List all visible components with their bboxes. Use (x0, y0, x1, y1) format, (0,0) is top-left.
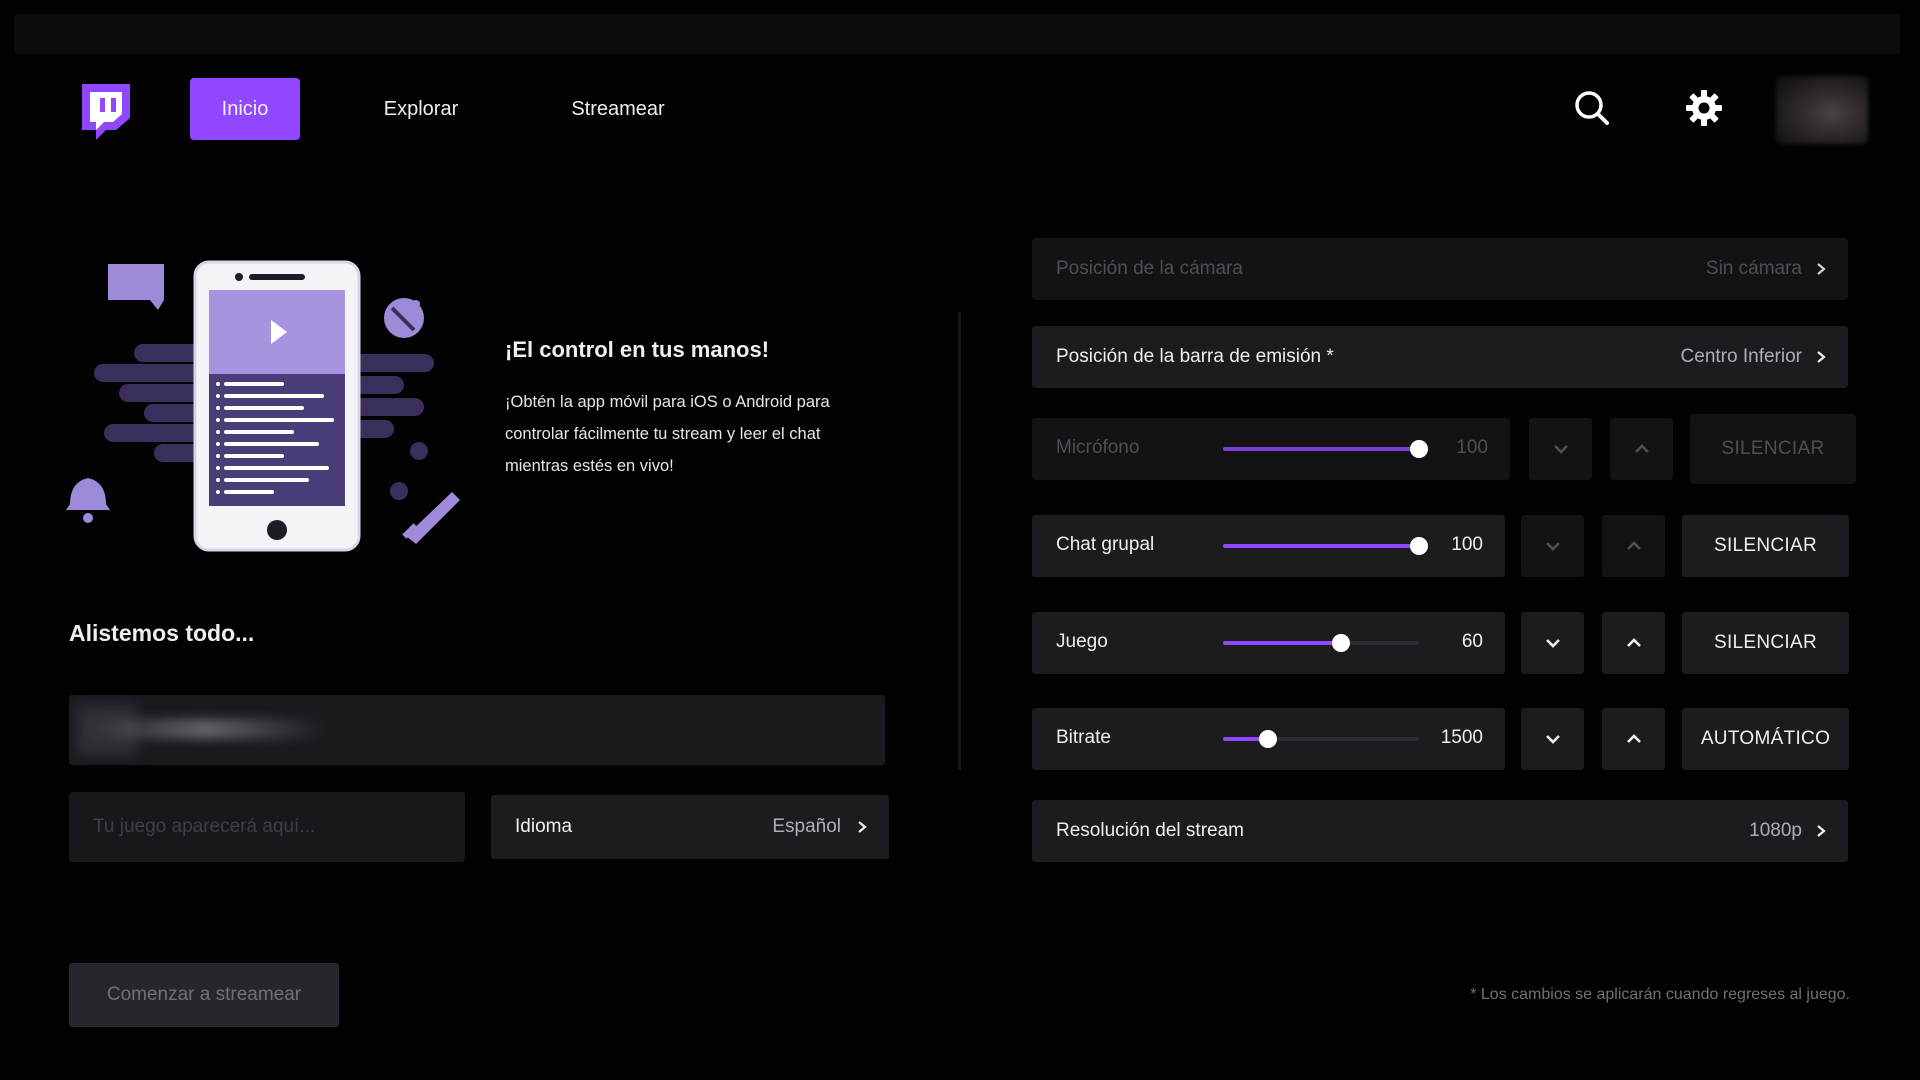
tab-inicio[interactable]: Inicio (190, 78, 300, 140)
chevron-down-icon (1545, 542, 1560, 551)
game-decrease-button[interactable] (1521, 612, 1584, 674)
blurred-title (85, 719, 325, 739)
camera-position-label: Posición de la cámara (1056, 258, 1243, 279)
tab-streamear[interactable]: Streamear (550, 78, 686, 140)
bitrate-label: Bitrate (1056, 727, 1111, 748)
chevron-down-icon (1545, 735, 1560, 744)
chevron-up-icon (1626, 734, 1641, 743)
mobile-app-illustration (66, 260, 460, 552)
bitrate-slider[interactable] (1223, 730, 1419, 748)
settings-footnote: * Los cambios se aplicarán cuando regres… (1470, 986, 1850, 1003)
promo-text: ¡Obtén la app móvil para iOS o Android p… (505, 393, 830, 475)
microphone-decrease-button[interactable] (1529, 418, 1592, 480)
game-input[interactable] (69, 792, 465, 862)
slider-thumb[interactable] (1410, 537, 1428, 555)
search-icon[interactable] (1572, 88, 1612, 128)
tab-explorar[interactable]: Explorar (362, 78, 480, 140)
stream-resolution-value: 1080p (1749, 820, 1802, 841)
broadcast-bar-position-value: Centro Inferior (1680, 346, 1802, 367)
game-increase-button[interactable] (1602, 612, 1665, 674)
group-chat-increase-button[interactable] (1602, 515, 1665, 577)
slider-thumb[interactable] (1259, 730, 1278, 748)
microphone-increase-button[interactable] (1610, 418, 1673, 480)
bitrate-value: 1500 (1440, 727, 1483, 748)
bitrate-decrease-button[interactable] (1521, 708, 1584, 770)
avatar[interactable] (1776, 76, 1868, 144)
chevron-right-icon (1817, 351, 1826, 363)
broadcast-bar-position-label: Posición de la barra de emisión * (1056, 346, 1334, 367)
microphone-slider[interactable] (1223, 440, 1428, 458)
group-chat-label: Chat grupal (1056, 534, 1155, 555)
chevron-up-icon (1626, 638, 1641, 647)
chevron-up-icon (1634, 444, 1649, 453)
game-mute-button[interactable]: SILENCIAR (1682, 612, 1849, 674)
camera-position-row[interactable]: Posición de la cámara Sin cámara (1032, 238, 1848, 300)
setup-heading: Alistemos todo... (69, 620, 255, 646)
bitrate-slider-row: Bitrate 1500 (1032, 708, 1505, 770)
language-value: Español (772, 816, 841, 837)
chevron-down-icon (1545, 639, 1560, 648)
group-chat-mute-button[interactable]: SILENCIAR (1682, 515, 1849, 577)
slider-fill (1223, 544, 1419, 548)
chevron-down-icon (1553, 445, 1568, 454)
app-root: Inicio Explorar Streamear ¡El control en… (0, 0, 1920, 1080)
game-label: Juego (1056, 631, 1108, 652)
camera-position-value: Sin cámara (1705, 258, 1802, 279)
stream-resolution-label: Resolución del stream (1056, 820, 1244, 841)
bitrate-auto-button[interactable]: AUTOMÁTICO (1682, 708, 1849, 770)
stream-resolution-row[interactable]: Resolución del stream 1080p (1032, 800, 1848, 862)
group-chat-decrease-button[interactable] (1521, 515, 1584, 577)
microphone-label: Micrófono (1056, 437, 1140, 458)
microphone-value: 100 (1456, 437, 1488, 458)
slider-thumb[interactable] (1331, 634, 1350, 652)
microphone-mute-button[interactable]: SILENCIAR (1690, 414, 1856, 484)
chevron-right-icon (1817, 263, 1826, 275)
chevron-right-icon (1817, 825, 1826, 837)
twitch-logo-icon[interactable] (78, 80, 134, 142)
promo-title: ¡El control en tus manos! (505, 337, 770, 362)
top-strip (14, 14, 1900, 54)
language-label: Idioma (515, 816, 573, 837)
group-chat-value: 100 (1451, 534, 1483, 555)
start-streaming-button[interactable]: Comenzar a streamear (69, 963, 339, 1027)
chevron-up-icon (1626, 541, 1641, 550)
column-divider (958, 312, 961, 770)
bitrate-increase-button[interactable] (1602, 708, 1665, 770)
game-slider-row: Juego 60 (1032, 612, 1505, 674)
language-selector[interactable]: Idioma Español (491, 795, 889, 859)
group-chat-slider[interactable] (1223, 537, 1428, 555)
game-slider[interactable] (1223, 634, 1419, 652)
slider-thumb[interactable] (1410, 440, 1428, 458)
chevron-right-icon (858, 821, 867, 833)
microphone-slider-row: Micrófono 100 (1032, 418, 1510, 480)
gear-icon[interactable] (1684, 88, 1724, 128)
group-chat-slider-row: Chat grupal 100 (1032, 515, 1505, 577)
stream-title-input[interactable] (69, 695, 885, 765)
game-value: 60 (1461, 631, 1483, 652)
slider-fill (1223, 447, 1419, 451)
slider-fill (1223, 641, 1341, 645)
broadcast-bar-position-row[interactable]: Posición de la barra de emisión * Centro… (1032, 326, 1848, 388)
